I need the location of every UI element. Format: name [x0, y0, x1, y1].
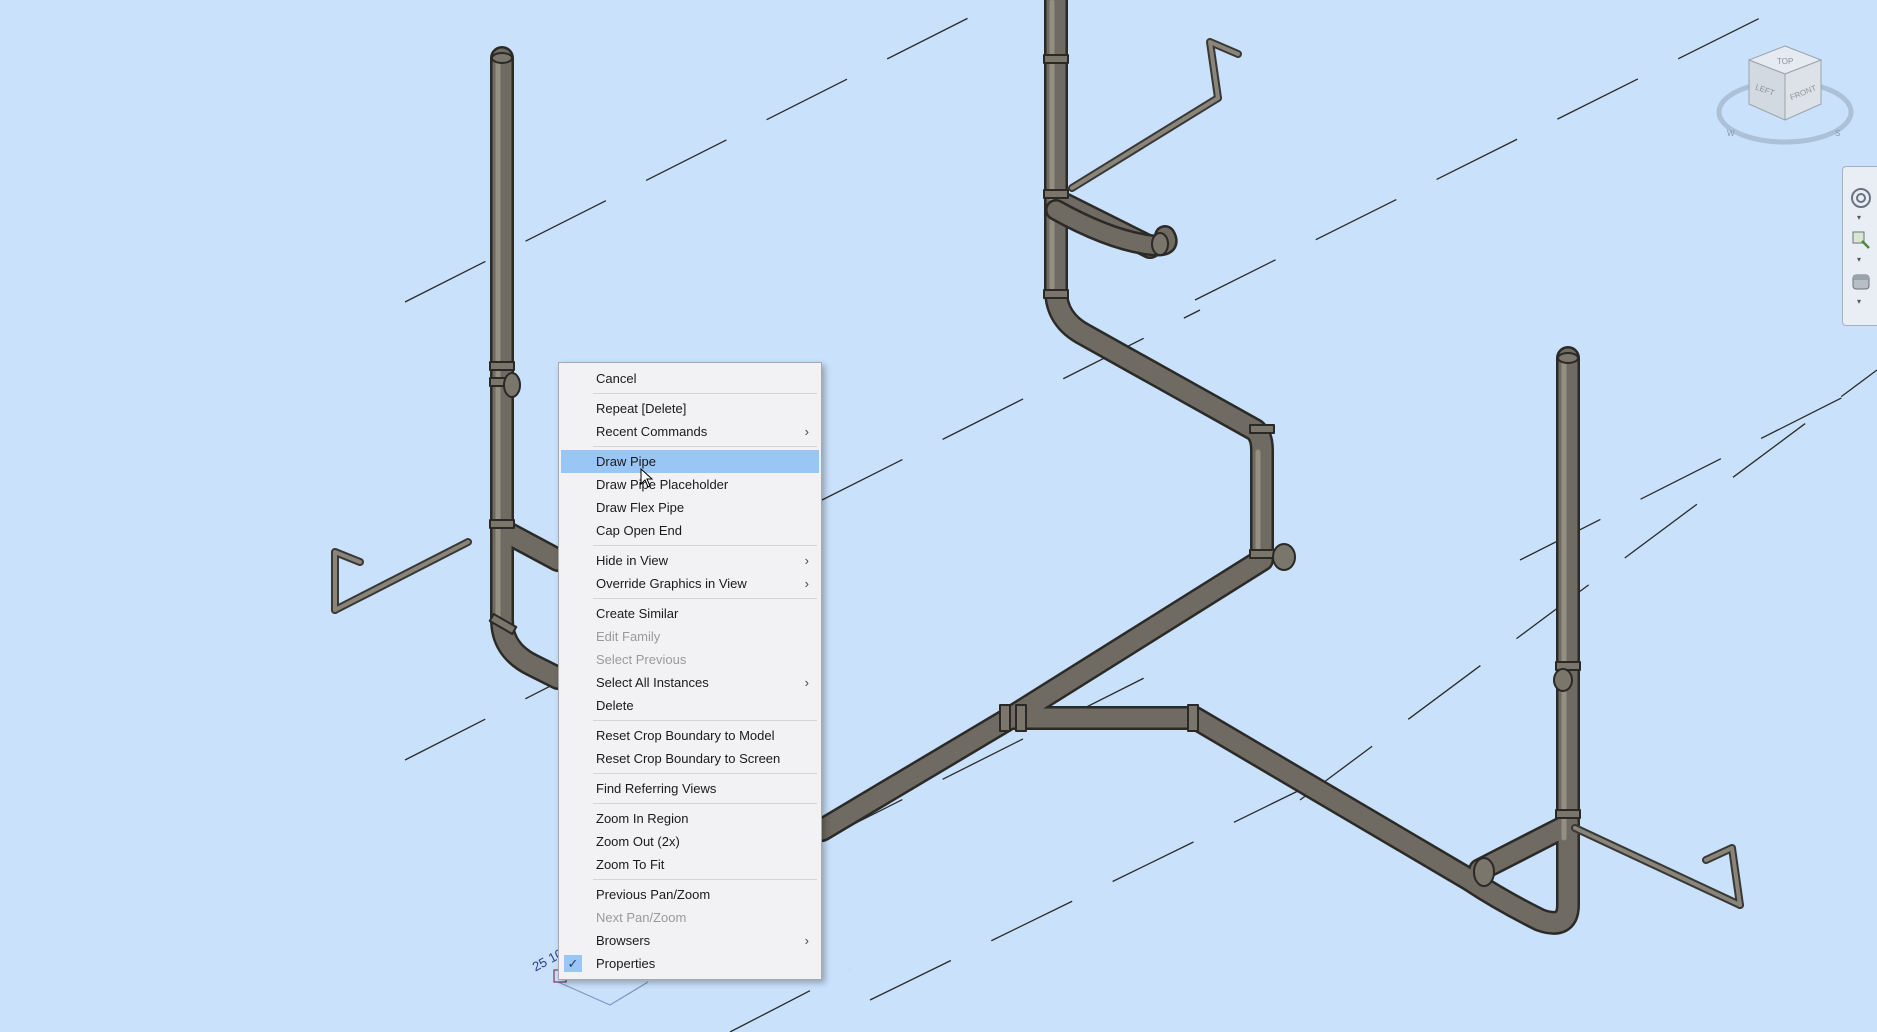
pipe-model-scene[interactable]: 25 10	[0, 0, 1877, 1032]
checkmark-icon: ✓	[564, 955, 582, 972]
menu-item-label: Browsers	[596, 933, 651, 948]
menu-separator	[593, 879, 817, 880]
menu-item-find-referring-views[interactable]: Find Referring Views	[561, 777, 819, 800]
menu-item-previous-pan-zoom[interactable]: Previous Pan/Zoom	[561, 883, 819, 906]
compass-south-label: S	[1835, 129, 1840, 138]
menu-item-label: Create Similar	[596, 606, 679, 621]
menu-item-label: Draw Pipe Placeholder	[596, 477, 729, 492]
menu-item-delete[interactable]: Delete	[561, 694, 819, 717]
menu-item-label: Recent Commands	[596, 424, 708, 439]
menu-item-label: Edit Family	[596, 629, 661, 644]
menu-item-label: Find Referring Views	[596, 781, 717, 796]
menu-separator	[593, 598, 817, 599]
menu-item-hide-in-view[interactable]: Hide in View ›	[561, 549, 819, 572]
menu-item-create-similar[interactable]: Create Similar	[561, 602, 819, 625]
chevron-right-icon: ›	[804, 675, 809, 690]
menu-item-label: Select All Instances	[596, 675, 709, 690]
menu-item-label: Draw Pipe	[596, 454, 656, 469]
pipe-network[interactable]	[331, 0, 1744, 935]
menu-item-label: Cap Open End	[596, 523, 683, 538]
menu-separator	[593, 803, 817, 804]
menu-item-label: Draw Flex Pipe	[596, 500, 685, 515]
menu-item-repeat-delete[interactable]: Repeat [Delete]	[561, 397, 819, 420]
menu-separator	[593, 720, 817, 721]
menu-item-select-all-instances[interactable]: Select All Instances ›	[561, 671, 819, 694]
menu-item-recent-commands[interactable]: Recent Commands ›	[561, 420, 819, 443]
menu-item-label: Properties	[596, 956, 656, 971]
menu-item-label: Hide in View	[596, 553, 669, 568]
steering-wheel-icon[interactable]	[1850, 187, 1872, 209]
chevron-right-icon: ›	[804, 424, 809, 439]
context-menu: Cancel Repeat [Delete] Recent Commands › Dra…	[558, 362, 822, 980]
menu-item-label: Zoom Out (2x)	[596, 834, 680, 849]
menu-item-reset-crop-boundary-to-screen[interactable]: Reset Crop Boundary to Screen	[561, 747, 819, 770]
chevron-right-icon: ›	[804, 576, 809, 591]
pan-icon[interactable]	[1850, 271, 1872, 293]
menu-item-browsers[interactable]: Browsers ›	[561, 929, 819, 952]
3d-viewport[interactable]: 25 10 TOP LEFT FRONT W S ▾ ▾ ▾ Cancel Rep…	[0, 0, 1877, 1032]
chevron-right-icon: ›	[804, 933, 809, 948]
menu-item-override-graphics-in-view[interactable]: Override Graphics in View ›	[561, 572, 819, 595]
menu-item-zoom-to-fit[interactable]: Zoom To Fit	[561, 853, 819, 876]
chevron-right-icon: ›	[804, 553, 809, 568]
menu-item-label: Select Previous	[596, 652, 687, 667]
menu-item-draw-pipe[interactable]: Draw Pipe	[561, 450, 819, 473]
menu-item-label: Zoom To Fit	[596, 857, 665, 872]
menu-item-label: Reset Crop Boundary to Screen	[596, 751, 781, 766]
menu-item-label: Previous Pan/Zoom	[596, 887, 711, 902]
menu-item-cap-open-end[interactable]: Cap Open End	[561, 519, 819, 542]
menu-item-label: Reset Crop Boundary to Model	[596, 728, 775, 743]
viewcube-top-label: TOP	[1777, 57, 1793, 66]
viewcube[interactable]: TOP LEFT FRONT W S	[1715, 40, 1855, 160]
menu-item-label: Repeat [Delete]	[596, 401, 687, 416]
menu-item-label: Cancel	[596, 371, 637, 386]
menu-item-label: Override Graphics in View	[596, 576, 747, 591]
menu-item-cancel[interactable]: Cancel	[561, 367, 819, 390]
navigation-bar: ▾ ▾ ▾	[1842, 166, 1877, 326]
menu-item-label: Next Pan/Zoom	[596, 910, 687, 925]
menu-item-label: Delete	[596, 698, 634, 713]
compass-west-label: W	[1727, 129, 1735, 138]
menu-item-draw-pipe-placeholder[interactable]: Draw Pipe Placeholder	[561, 473, 819, 496]
mouse-cursor-icon	[640, 468, 654, 488]
chevron-down-icon[interactable]: ▾	[1857, 255, 1861, 264]
menu-separator	[593, 545, 817, 546]
menu-separator	[593, 393, 817, 394]
menu-item-draw-flex-pipe[interactable]: Draw Flex Pipe	[561, 496, 819, 519]
menu-item-label: Zoom In Region	[596, 811, 689, 826]
menu-item-reset-crop-boundary-to-model[interactable]: Reset Crop Boundary to Model	[561, 724, 819, 747]
menu-item-zoom-in-region[interactable]: Zoom In Region	[561, 807, 819, 830]
menu-separator	[593, 773, 817, 774]
menu-item-properties[interactable]: ✓ Properties	[561, 952, 819, 975]
menu-item-select-previous: Select Previous	[561, 648, 819, 671]
chevron-down-icon[interactable]: ▾	[1857, 297, 1861, 306]
menu-item-edit-family: Edit Family	[561, 625, 819, 648]
chevron-down-icon[interactable]: ▾	[1857, 213, 1861, 222]
menu-item-zoom-out-2x[interactable]: Zoom Out (2x)	[561, 830, 819, 853]
menu-item-next-pan-zoom: Next Pan/Zoom	[561, 906, 819, 929]
menu-separator	[593, 446, 817, 447]
zoom-icon[interactable]	[1850, 229, 1872, 251]
